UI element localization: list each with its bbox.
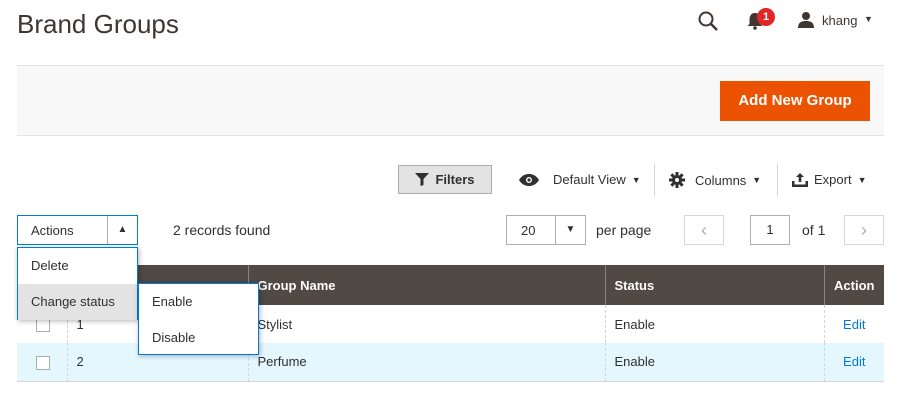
caret-down-icon: ▼ (857, 174, 867, 185)
user-icon[interactable] (797, 11, 815, 29)
default-view-label: Default View (553, 172, 626, 187)
search-icon[interactable] (697, 10, 719, 32)
row-checkbox[interactable] (36, 355, 50, 370)
records-count: 2 records found (173, 222, 271, 238)
column-header-action: Action (823, 265, 884, 305)
eye-icon (519, 173, 539, 186)
submenu-item-disable[interactable]: Disable (139, 320, 258, 356)
export-dropdown[interactable]: Export ▼ (792, 172, 867, 187)
caret-down-icon: ▼ (752, 175, 762, 185)
filters-button[interactable]: Filters (398, 165, 492, 194)
column-header-status[interactable]: Status (604, 265, 824, 305)
chevron-left-icon: ‹ (701, 220, 707, 240)
chevron-right-icon: › (861, 220, 867, 240)
notification-badge[interactable]: 1 (757, 8, 775, 26)
row-status: Enable (604, 343, 824, 382)
columns-label: Columns (695, 172, 747, 188)
row-group-name: Perfume (247, 343, 605, 382)
user-name[interactable]: khang (822, 13, 857, 28)
add-new-group-button[interactable]: Add New Group (720, 81, 870, 121)
export-label: Export (814, 172, 852, 187)
toolbar-divider (777, 164, 778, 196)
page-title: Brand Groups (17, 9, 179, 39)
menu-item-change-status[interactable]: Change status (18, 284, 137, 320)
current-page-input[interactable]: 1 (750, 215, 790, 245)
caret-down-icon[interactable]: ▼ (555, 216, 585, 244)
columns-dropdown[interactable]: Columns ▼ (669, 172, 761, 188)
previous-page-button[interactable]: ‹ (684, 215, 724, 245)
export-icon (792, 172, 808, 187)
row-status: Enable (604, 305, 824, 343)
next-page-button[interactable]: › (844, 215, 884, 245)
gear-icon (669, 172, 685, 188)
caret-up-icon[interactable]: ▲ (107, 216, 137, 244)
caret-down-icon: ▼ (631, 174, 641, 185)
per-page-select[interactable]: 20 ▼ (506, 215, 586, 245)
user-caret-icon[interactable]: ▼ (864, 14, 873, 24)
per-page-label: per page (596, 222, 652, 238)
column-header-group-name[interactable]: Group Name (247, 265, 605, 305)
edit-link[interactable]: Edit (843, 354, 865, 369)
filter-icon (415, 173, 430, 186)
per-page-value: 20 (521, 223, 536, 238)
change-status-submenu: Enable Disable (138, 283, 259, 355)
toolbar-divider (654, 164, 655, 196)
submenu-item-enable[interactable]: Enable (139, 284, 258, 320)
total-pages-label: of 1 (802, 222, 826, 238)
row-group-name: Stylist (247, 305, 605, 343)
mass-actions-menu: Delete Change status (17, 247, 138, 320)
filters-label: Filters (435, 172, 475, 187)
mass-actions-dropdown[interactable]: Actions ▲ (17, 215, 138, 245)
edit-link[interactable]: Edit (843, 317, 865, 332)
menu-item-delete[interactable]: Delete (18, 248, 137, 284)
default-view-dropdown[interactable]: Default View ▼ (519, 172, 641, 187)
mass-actions-label: Actions (31, 223, 74, 238)
